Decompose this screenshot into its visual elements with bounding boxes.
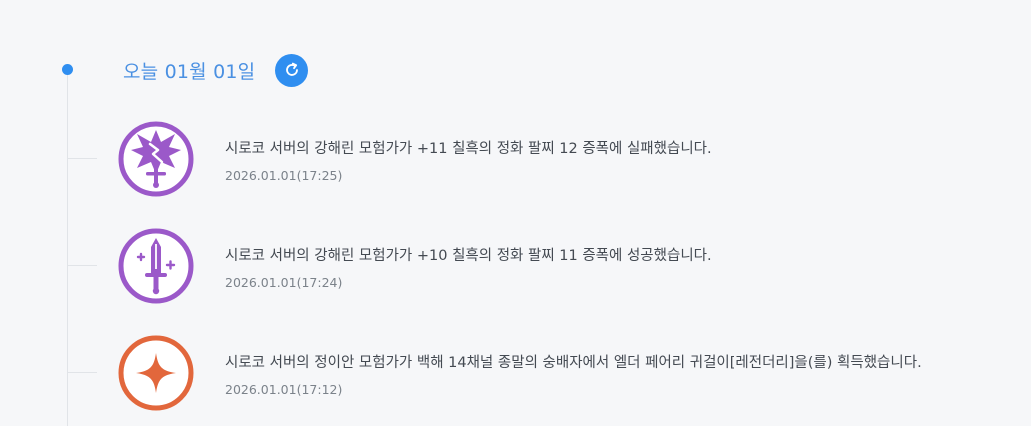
timeline-entry: 시로코 서버의 정이안 모험가가 백해 14채널 종말의 숭배자에서 엘더 페어… xyxy=(67,333,1031,413)
refresh-icon xyxy=(285,62,298,76)
date-header: 오늘 01월 01일 xyxy=(123,53,309,87)
sparkle-icon xyxy=(118,335,194,411)
entry-text: 시로코 서버의 강해린 모험가가 +11 칠흑의 정화 팔찌 12 증폭에 실패… xyxy=(225,137,712,183)
entry-message: 시로코 서버의 정이안 모험가가 백해 14채널 종말의 숭배자에서 엘더 페어… xyxy=(225,355,922,371)
entry-connector xyxy=(67,158,97,159)
entry-connector xyxy=(67,372,97,373)
entry-text: 시로코 서버의 정이안 모험가가 백해 14채널 종말의 숭배자에서 엘더 페어… xyxy=(225,351,922,397)
entry-text: 시로코 서버의 강해린 모험가가 +10 칠흑의 정화 팔찌 11 증폭에 성공… xyxy=(225,244,712,290)
activity-timeline: 오늘 01월 01일 시로코 서버의 강해린 모험가가 +11 칠흑의 정화 팔… xyxy=(0,0,1031,426)
entry-message: 시로코 서버의 강해린 모험가가 +11 칠흑의 정화 팔찌 12 증폭에 실패… xyxy=(225,141,712,157)
broken-sword-icon xyxy=(118,121,194,197)
timeline-entry: 시로코 서버의 강해린 모험가가 +11 칠흑의 정화 팔찌 12 증폭에 실패… xyxy=(67,119,1031,199)
entry-message: 시로코 서버의 강해린 모험가가 +10 칠흑의 정화 팔찌 11 증폭에 성공… xyxy=(225,248,712,264)
refresh-button[interactable] xyxy=(275,53,309,87)
entry-time: 2026.01.01(17:12) xyxy=(225,382,343,397)
entry-time: 2026.01.01(17:24) xyxy=(225,275,343,290)
timeline-dot xyxy=(62,64,73,75)
entry-time: 2026.01.01(17:25) xyxy=(225,168,343,183)
timeline-entry: 시로코 서버의 강해린 모험가가 +10 칠흑의 정화 팔찌 11 증폭에 성공… xyxy=(67,226,1031,306)
entry-connector xyxy=(67,265,97,266)
date-label: 오늘 01월 01일 xyxy=(123,60,256,83)
sword-upgrade-icon xyxy=(118,228,194,304)
